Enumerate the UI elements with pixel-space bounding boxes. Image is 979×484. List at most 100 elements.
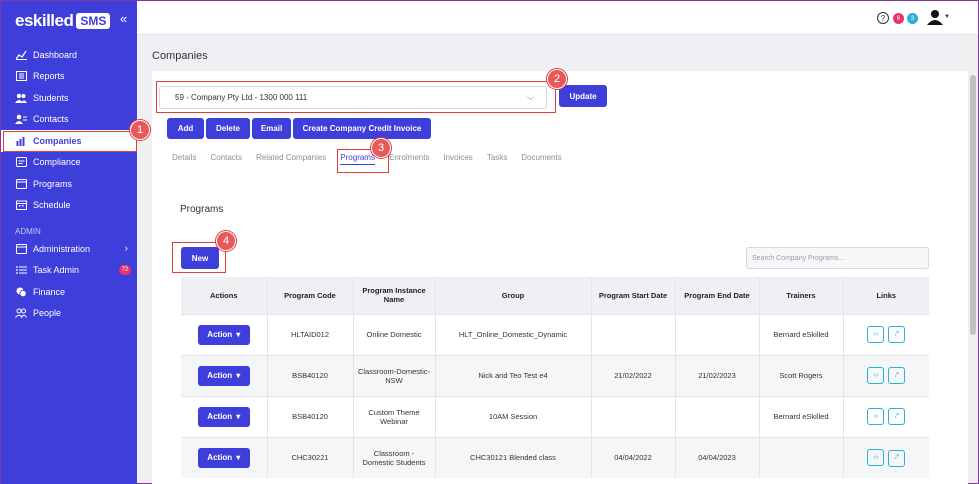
column-header[interactable]: Program Code [267, 277, 354, 314]
program-search-input[interactable]: Search Company Programs... [746, 247, 929, 269]
action-dropdown-button[interactable]: Action ▾ [197, 365, 250, 386]
column-header[interactable]: Trainers [759, 277, 844, 314]
program-instance-name: Classroom-Domestic-NSW [353, 354, 436, 396]
column-header[interactable]: Program Start Date [591, 277, 676, 314]
sidebar: eskilled SMS « Dashboard Reports Student… [1, 1, 137, 484]
column-header[interactable]: Actions [181, 277, 268, 314]
programs-table: Actions Program Code Program Instance Na… [181, 277, 929, 478]
code-link-icon[interactable]: ‹› [867, 325, 885, 343]
program-group: Nick and Teo Test e4 [435, 354, 592, 396]
email-button[interactable]: Email [252, 118, 291, 139]
programs-icon [15, 178, 27, 189]
actions-cell: Action ▾ [181, 436, 268, 478]
list-icon [15, 265, 27, 276]
program-code: HLTAID012 [267, 313, 354, 355]
program-instance-name: Classroom - Domestic Students [353, 436, 436, 478]
program-end-date [675, 313, 760, 355]
tab-tasks[interactable]: Tasks [487, 153, 507, 165]
collapse-sidebar-icon[interactable]: « [120, 11, 127, 26]
program-code: BSB40120 [267, 395, 354, 437]
external-link-icon[interactable]: ⤤ [888, 367, 906, 385]
sidebar-item-label: Administration [33, 243, 91, 254]
sidebar-item-label: Finance [33, 286, 66, 297]
column-header[interactable]: Group [435, 277, 592, 314]
report-icon [15, 71, 27, 82]
sidebar-item-label: Programs [33, 178, 73, 189]
code-link-icon[interactable]: ‹› [867, 366, 885, 384]
tab-related-companies[interactable]: Related Companies [256, 153, 326, 165]
logo[interactable]: eskilled SMS [15, 11, 111, 31]
user-avatar-icon[interactable] [927, 9, 943, 25]
callout-number-1: 1 [130, 120, 150, 140]
caret-down-icon[interactable]: ▼ [944, 14, 950, 20]
sidebar-item-programs[interactable]: Programs [1, 173, 137, 195]
tab-details[interactable]: Details [172, 153, 196, 165]
column-header[interactable]: Program End Date [675, 277, 760, 314]
scrollbar-thumb[interactable] [970, 75, 976, 335]
callout-number-3: 3 [371, 138, 391, 158]
action-dropdown-button[interactable]: Action ▾ [197, 324, 250, 345]
add-button[interactable]: Add [167, 118, 204, 139]
external-link-icon[interactable]: ⤤ [888, 408, 906, 426]
tab-documents[interactable]: Documents [521, 153, 561, 165]
external-link-icon[interactable]: ⤤ [888, 326, 906, 344]
scrollbar[interactable] [968, 35, 978, 483]
sidebar-item-finance[interactable]: Finance [1, 281, 137, 303]
sidebar-item-compliance[interactable]: Compliance [1, 152, 137, 174]
column-header[interactable]: Program Instance Name [353, 277, 436, 314]
external-link-icon[interactable]: ⤤ [888, 449, 906, 467]
links-cell: ‹› ⤤ [843, 313, 929, 355]
tab-invoices[interactable]: Invoices [443, 153, 472, 165]
help-icon[interactable]: ? [877, 12, 889, 24]
callout-number-4: 4 [216, 231, 236, 251]
program-trainer: Bernard eSkilled [759, 395, 844, 437]
links-cell: ‹› ⤤ [843, 395, 929, 437]
code-link-icon[interactable]: ‹› [867, 407, 885, 425]
page-title: Companies [152, 50, 208, 62]
delete-button[interactable]: Delete [206, 118, 250, 139]
sidebar-item-contacts[interactable]: Contacts [1, 109, 137, 131]
table-row: Action ▾ HLTAID012 Online Domestic HLT_On… [181, 313, 929, 355]
program-group: 10AM Session [435, 395, 592, 437]
tab-contacts[interactable]: Contacts [210, 153, 242, 165]
compliance-icon [15, 157, 27, 168]
action-dropdown-button[interactable]: Action ▾ [197, 406, 250, 427]
topbar: ? 6 3 ▼ [137, 1, 978, 35]
actions-cell: Action ▾ [181, 313, 268, 355]
program-trainer: Bernard eSkilled [759, 313, 844, 355]
sidebar-item-people[interactable]: People [1, 303, 137, 325]
code-link-icon[interactable]: ‹› [867, 449, 885, 466]
sidebar-item-schedule[interactable]: Schedule [1, 195, 137, 217]
links-cell: ‹› ⤤ [843, 436, 929, 478]
actions-cell: Action ▾ [181, 395, 268, 437]
table-row: Action ▾ BSB40120 Classroom-Domestic-NSW … [181, 354, 929, 396]
table-header-row: Actions Program Code Program Instance Na… [181, 277, 929, 314]
sidebar-item-reports[interactable]: Reports [1, 66, 137, 88]
table-row: Action ▾ CHC30221 Classroom - Domestic St… [181, 436, 929, 478]
sidebar-item-dashboard[interactable]: Dashboard [1, 44, 137, 66]
programs-card: Programs New Search Company Programs... … [152, 189, 968, 484]
sidebar-item-task-admin[interactable]: Task Admin 72 [1, 260, 137, 282]
notification-badge-red[interactable]: 6 [893, 13, 904, 24]
tab-enrolments[interactable]: Enrolments [389, 153, 429, 165]
sidebar-item-label: Task Admin [33, 265, 80, 276]
notification-badge-blue[interactable]: 3 [907, 13, 918, 24]
chart-icon [15, 49, 27, 60]
caret-down-icon: ▾ [236, 330, 241, 339]
action-dropdown-button[interactable]: Action ▾ [197, 447, 250, 468]
program-code: BSB40120 [267, 354, 354, 396]
update-button[interactable]: Update [559, 85, 607, 107]
sidebar-item-label: Dashboard [33, 49, 78, 60]
action-label: Action [207, 453, 233, 463]
callout-box-1 [3, 131, 137, 152]
logo-text: eskilled [15, 11, 74, 30]
logo-badge: SMS [76, 13, 111, 29]
caret-down-icon: ▾ [236, 412, 241, 421]
program-start-date: 21/02/2022 [591, 354, 676, 396]
sidebar-item-administration[interactable]: Administration › [1, 238, 137, 260]
column-header[interactable]: Links [843, 277, 929, 314]
people-icon [15, 308, 27, 319]
create-credit-invoice-button[interactable]: Create Company Credit Invoice [293, 118, 431, 139]
sidebar-item-students[interactable]: Students [1, 87, 137, 109]
caret-down-icon: ▾ [236, 371, 241, 380]
